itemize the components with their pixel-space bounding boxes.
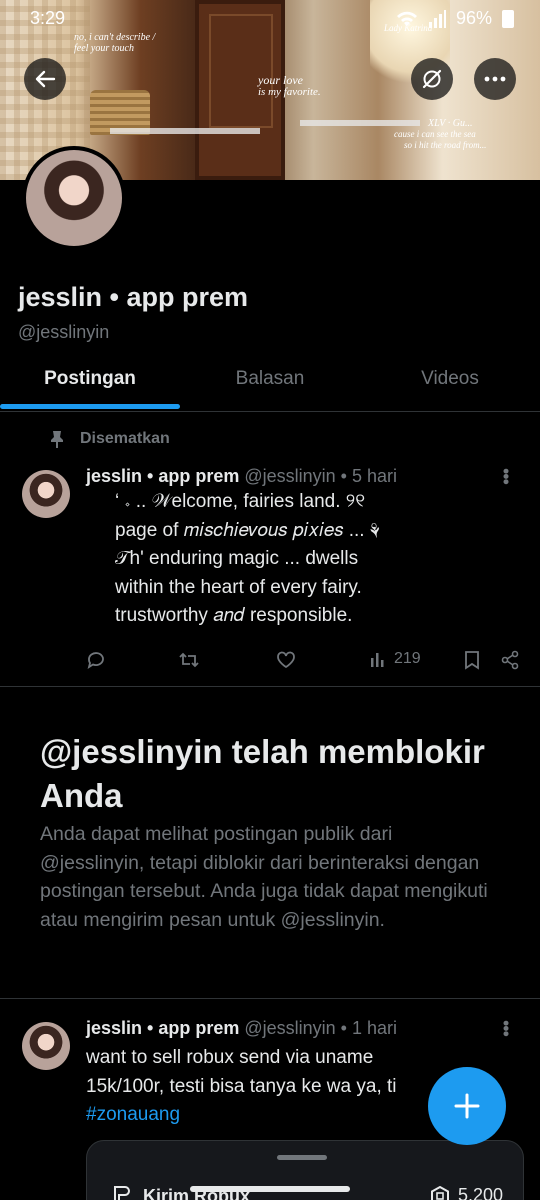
grok-button[interactable] <box>411 58 453 100</box>
battery-percent: 96% <box>455 8 492 28</box>
tweet-author[interactable]: jesslin • app prem <box>86 466 239 486</box>
tweet-body: want to sell robux send via uname 15k/10… <box>86 1044 446 1130</box>
tab-postingan[interactable]: Postingan <box>0 352 180 411</box>
views-icon <box>371 653 384 667</box>
banner-caption-center-2: is my favorite. <box>258 86 321 98</box>
more-options-button[interactable] <box>474 58 516 100</box>
banner-bar <box>110 128 260 134</box>
reply-button[interactable] <box>86 650 106 670</box>
robux-icon <box>114 1186 130 1200</box>
banner-caption-right-2: cause i can see the sea <box>394 129 476 139</box>
sheet-handle[interactable] <box>277 1155 327 1160</box>
compose-button[interactable] <box>428 1067 506 1145</box>
reply-icon <box>87 652 104 669</box>
tweet-header: jesslin • app prem @jesslinyin • 5 hari <box>86 466 397 487</box>
tweet-body: ‘ 𝆹 .. 𝒲elcome, fairies land. ୨୧ page of… <box>115 488 435 631</box>
like-button[interactable] <box>276 650 296 670</box>
bookmark-icon <box>465 651 479 670</box>
tab-balasan[interactable]: Balasan <box>180 352 360 411</box>
tweet-text: want to sell robux send via uname 15k/10… <box>86 1047 397 1097</box>
pin-icon <box>51 431 63 448</box>
status-time: 3:29 <box>30 8 66 28</box>
robux-currency-icon <box>430 1185 449 1200</box>
tweet-line: within the heart of every fairy. <box>115 576 362 598</box>
divider <box>0 686 540 687</box>
signal-icon <box>428 9 446 28</box>
tweet-more-icon[interactable]: ••• <box>495 468 516 484</box>
tweet-hashtag[interactable]: #zonauang <box>86 1104 180 1125</box>
grok-icon <box>422 69 442 89</box>
tweet-author[interactable]: jesslin • app prem <box>86 1018 239 1038</box>
back-button[interactable] <box>24 58 66 100</box>
battery-icon <box>502 9 514 28</box>
banner-caption-left: no, i can't describe / feel your touch <box>74 32 156 54</box>
repost-button[interactable] <box>178 650 200 670</box>
status-bar: 3:29 96% <box>0 8 540 32</box>
share-icon <box>501 650 519 670</box>
profile-tabs: Postingan Balasan Videos <box>0 352 540 412</box>
tweet-line: page of 𝑚𝑖𝑠𝑐ℎ𝑖𝑒𝑣𝑜𝑢𝑠 𝑝𝑖𝑥𝑖𝑒𝑠 ... ⚘ <box>115 519 380 541</box>
blocked-title: @jesslinyin telah memblokir Anda <box>40 733 485 814</box>
heart-icon <box>277 651 295 669</box>
plus-icon <box>454 1093 480 1119</box>
views-button[interactable]: 219 <box>370 650 421 668</box>
views-count: 219 <box>394 650 421 667</box>
pinned-label: Disematkan <box>50 430 170 448</box>
tab-videos[interactable]: Videos <box>360 352 540 411</box>
tweet-more-icon[interactable]: ••• <box>495 1020 516 1036</box>
tweet-avatar[interactable] <box>22 470 70 518</box>
status-right: 96% <box>396 8 514 29</box>
tweet-line: trustworthy 𝑎𝑛𝑑 responsible. <box>115 605 353 626</box>
profile-handle: @jesslinyin <box>18 322 110 342</box>
banner-caption-right-3: so i hit the road from... <box>404 140 487 150</box>
share-button[interactable] <box>500 650 520 670</box>
banner-bar <box>300 120 420 126</box>
profile-name: jesslin • app prem <box>18 282 249 312</box>
more-horizontal-icon <box>484 76 506 82</box>
blocked-description: Anda dapat melihat postingan publik dari… <box>40 823 488 931</box>
tweet-header: jesslin • app prem @jesslinyin • 1 hari <box>86 1018 397 1039</box>
tweet-actions: 219 <box>86 650 526 678</box>
tweet-line: ‘ 𝆹 .. 𝒲elcome, fairies land. ୨୧ <box>115 491 366 512</box>
profile-avatar[interactable] <box>22 146 126 250</box>
bookmark-button[interactable] <box>464 650 480 670</box>
banner-caption-right-1: XLV · Gu... <box>428 118 473 129</box>
divider <box>0 998 540 999</box>
tweet-line: 𝒯h' enduring magic ... dwells <box>115 548 359 569</box>
tweet-meta: @jesslinyin • 5 hari <box>244 466 398 486</box>
tweet-meta: @jesslinyin • 1 hari <box>244 1018 398 1038</box>
system-nav-pill[interactable] <box>190 1186 350 1192</box>
repost-icon <box>179 652 199 668</box>
product-price: 5.200 <box>430 1185 503 1200</box>
tweet-avatar[interactable] <box>22 1022 70 1070</box>
wifi-icon <box>396 11 417 26</box>
product-price-text: 5.200 <box>457 1185 503 1200</box>
pinned-label-text: Disematkan <box>80 430 170 447</box>
arrow-left-icon <box>35 70 56 88</box>
